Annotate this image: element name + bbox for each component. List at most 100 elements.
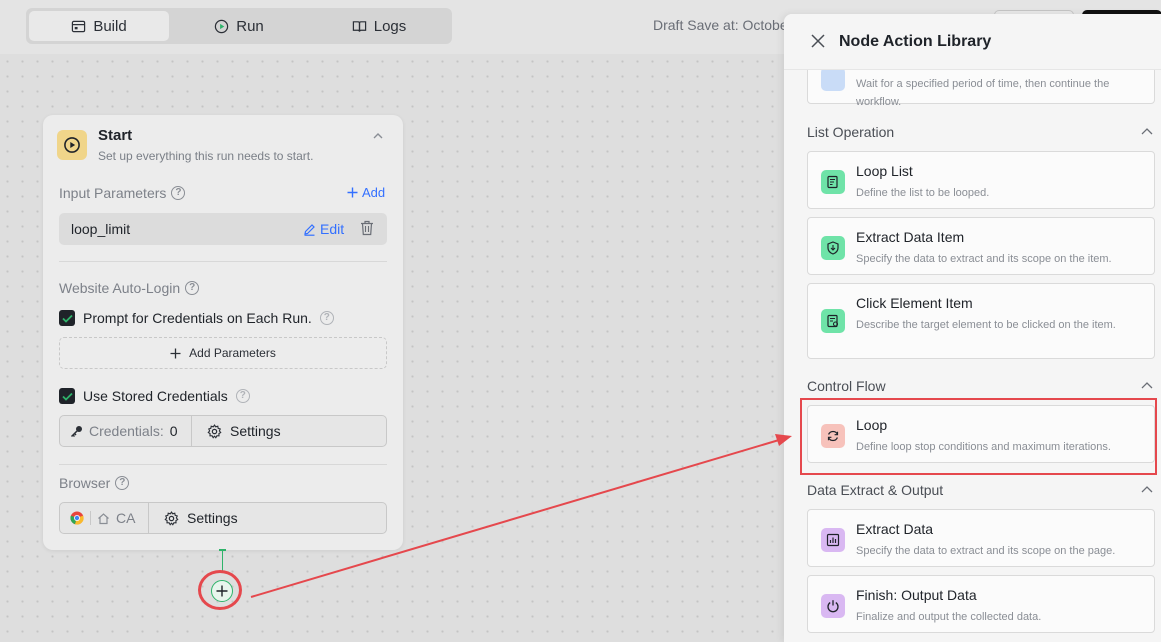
credentials-control: Credentials: 0 Settings xyxy=(59,415,387,447)
chrome-icon xyxy=(70,511,84,525)
home-icon xyxy=(98,512,109,524)
credentials-settings-label: Settings xyxy=(230,423,281,439)
item-title: Extract Data xyxy=(856,521,934,537)
plus-icon xyxy=(170,348,181,358)
help-icon[interactable]: ? xyxy=(235,389,250,403)
check-icon xyxy=(61,314,73,323)
check-icon xyxy=(61,392,73,401)
item-description: Define the list to be looped. xyxy=(856,187,990,199)
node-connector xyxy=(222,551,223,571)
extract-icon xyxy=(821,236,845,260)
browser-control: CA Settings xyxy=(59,502,387,534)
parameter-name: loop_limit xyxy=(71,221,131,237)
group-label-data-extract-output: Data Extract & Output xyxy=(807,482,944,498)
gear-icon xyxy=(207,423,222,439)
tab-build-label: Build xyxy=(93,17,127,35)
chevron-up-icon[interactable] xyxy=(1141,381,1153,389)
tab-logs[interactable]: Logs xyxy=(309,11,449,41)
click-icon xyxy=(821,309,845,333)
plus-icon xyxy=(347,187,358,198)
prompt-credentials-row: Prompt for Credentials on Each Run. ? xyxy=(59,310,334,326)
item-description: Describe the target element to be clicke… xyxy=(856,319,1116,331)
draft-save-status: Draft Save at: October xyxy=(653,17,793,33)
browser-region-field: CA xyxy=(60,503,149,533)
section-divider xyxy=(59,464,387,465)
cursor-list-icon xyxy=(827,314,839,328)
item-title: Finish: Output Data xyxy=(856,587,977,603)
edit-parameter-button[interactable]: Edit xyxy=(303,221,344,237)
close-icon[interactable] xyxy=(811,34,825,48)
pencil-icon xyxy=(304,223,315,236)
add-parameters-label: Add Parameters xyxy=(189,346,276,360)
credentials-label: Credentials: xyxy=(89,423,164,439)
item-title: Click Element Item xyxy=(856,295,973,311)
browser-settings-label: Settings xyxy=(187,510,238,526)
start-node-title: Start xyxy=(98,127,133,144)
book-icon xyxy=(352,20,366,32)
parameter-row: loop_limit Edit xyxy=(59,213,387,245)
group-label-control-flow: Control Flow xyxy=(807,378,886,394)
bar-chart-icon xyxy=(826,533,840,547)
prompt-credentials-label: Prompt for Credentials on Each Run. xyxy=(83,310,312,326)
list-icon xyxy=(821,170,845,194)
key-icon xyxy=(70,425,82,437)
credentials-settings-button[interactable]: Settings xyxy=(192,416,281,446)
download-shield-icon xyxy=(827,241,839,255)
play-circle-icon xyxy=(64,137,80,153)
browser-region: CA xyxy=(116,510,136,526)
build-icon xyxy=(72,20,86,32)
browser-text: Browser xyxy=(59,475,111,491)
library-item-click-element-item[interactable]: Click Element Item Describe the target e… xyxy=(807,283,1155,359)
group-label-list-operation: List Operation xyxy=(807,124,895,140)
item-description: Specify the data to extract and its scop… xyxy=(856,253,1112,265)
chevron-up-icon[interactable] xyxy=(371,129,385,143)
annotation-circle xyxy=(198,570,242,610)
credentials-count-field: Credentials: 0 xyxy=(60,416,192,446)
play-circle-icon xyxy=(215,19,229,33)
help-icon[interactable]: ? xyxy=(171,186,186,200)
tab-run-label: Run xyxy=(236,17,264,35)
add-parameters-button[interactable]: Add Parameters xyxy=(59,337,387,369)
tab-run[interactable]: Run xyxy=(169,11,309,41)
prompt-credentials-checkbox[interactable] xyxy=(59,310,75,326)
item-title: Loop List xyxy=(856,163,913,179)
help-icon[interactable]: ? xyxy=(115,476,130,490)
item-title: Extract Data Item xyxy=(856,229,965,245)
browser-settings-button[interactable]: Settings xyxy=(149,503,238,533)
chart-icon xyxy=(821,528,845,552)
gear-icon xyxy=(164,510,179,526)
stored-credentials-label: Use Stored Credentials xyxy=(83,388,228,404)
trash-icon[interactable] xyxy=(360,220,374,236)
edit-parameter-label: Edit xyxy=(320,221,345,237)
item-icon xyxy=(821,67,845,91)
tab-logs-label: Logs xyxy=(373,17,407,35)
library-item-loop-list[interactable]: Loop List Define the list to be looped. xyxy=(807,151,1155,209)
browser-label: Browser ? xyxy=(59,475,130,491)
add-parameter-button[interactable]: Add xyxy=(347,185,385,200)
help-icon[interactable]: ? xyxy=(319,311,334,325)
start-node-icon xyxy=(57,130,87,160)
power-icon xyxy=(821,594,845,618)
annotation-highlight-box xyxy=(800,398,1157,475)
tab-build[interactable]: Build xyxy=(29,11,169,41)
item-description: Finalize and output the collected data. xyxy=(856,611,1042,623)
library-item-extract-data-item[interactable]: Extract Data Item Specify the data to ex… xyxy=(807,217,1155,275)
credentials-count: 0 xyxy=(169,423,178,439)
stored-credentials-row: Use Stored Credentials ? xyxy=(59,388,250,404)
item-description: Specify the data to extract and its scop… xyxy=(856,545,1116,557)
stored-credentials-checkbox[interactable] xyxy=(59,388,75,404)
chevron-up-icon[interactable] xyxy=(1141,127,1153,135)
drawer-title: Node Action Library xyxy=(839,33,992,50)
section-divider xyxy=(59,261,387,262)
auto-login-text: Website Auto-Login xyxy=(59,280,181,296)
field-separator xyxy=(90,511,91,525)
library-item-extract-data[interactable]: Extract Data Specify the data to extract… xyxy=(807,509,1155,567)
chevron-up-icon[interactable] xyxy=(1141,485,1153,493)
library-item-finish-output[interactable]: Finish: Output Data Finalize and output … xyxy=(807,575,1155,633)
help-icon[interactable]: ? xyxy=(185,281,200,295)
add-parameter-label: Add xyxy=(362,185,386,200)
mode-tabs: Build Run Logs xyxy=(26,8,452,44)
start-node-card[interactable]: Start Set up everything this run needs t… xyxy=(43,115,403,550)
start-node-subtitle: Set up everything this run needs to star… xyxy=(98,149,314,163)
list-icon-glyph xyxy=(827,175,838,189)
